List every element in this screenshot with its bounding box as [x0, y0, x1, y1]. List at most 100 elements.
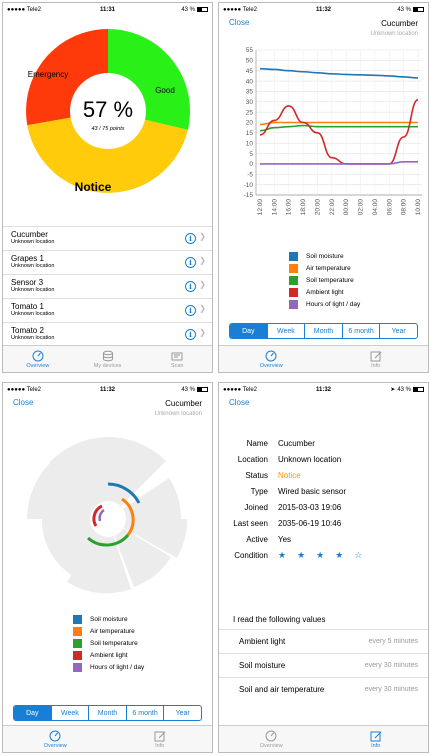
list-item[interactable]: Tomato 2 Unknown location i ❯	[3, 322, 212, 346]
legend-label: Ambient light	[90, 651, 128, 659]
close-button[interactable]: Close	[229, 18, 249, 27]
tab-overview[interactable]: Overview	[3, 346, 73, 372]
tab-info[interactable]: Info	[324, 346, 429, 372]
list-item[interactable]: Cucumber Unknown location i ❯	[3, 226, 212, 250]
detail-key: Type	[250, 486, 268, 496]
chevron-right-icon: ❯	[199, 328, 206, 337]
close-button[interactable]: Close	[229, 398, 249, 407]
legend-item: Soil moisture	[289, 250, 360, 262]
tab-label: Overview	[259, 362, 283, 369]
overview-screen: ●●●●● Tele2 11:31 43 % Emergency Good No…	[2, 2, 213, 373]
tab-label: Overview	[259, 742, 283, 749]
legend-swatch	[73, 638, 82, 648]
range-year[interactable]: Year	[163, 706, 201, 720]
legend-label: Hours of light / day	[306, 300, 361, 308]
legend-label: Soil temperature	[306, 276, 354, 284]
legend-swatch	[289, 275, 298, 285]
detail-row: Active Yes	[219, 531, 428, 547]
tab-overview[interactable]: Overview	[219, 346, 324, 372]
series-line-soil-temperature	[259, 124, 418, 132]
legend-label: Soil temperature	[90, 639, 138, 647]
score-donut: Emergency Good Notice 57 % 43 / 75 point…	[26, 29, 191, 194]
reading-row: Soil and air temperature every 30 minutes	[219, 677, 428, 701]
y-tick-label: 0	[249, 161, 253, 168]
reading-interval: every 30 minutes	[364, 662, 418, 669]
legend-label: Soil moisture	[306, 252, 344, 260]
device-list: Cucumber Unknown location i ❯ Grapes 1 Unkno…	[3, 226, 212, 346]
range-month[interactable]: Month	[88, 706, 126, 720]
device-location: Unknown location	[370, 31, 418, 37]
list-item[interactable]: Sensor 3 Unknown location i ❯	[3, 274, 212, 298]
tab-bar: Overview Info	[219, 345, 428, 372]
device-location: Unknown location	[11, 335, 55, 341]
detail-key: Last seen	[233, 518, 268, 528]
chevron-right-icon: ❯	[199, 304, 206, 313]
range-day[interactable]: Day	[14, 706, 51, 720]
tab-label: My devices	[93, 362, 122, 369]
device-location: Unknown location	[11, 311, 55, 317]
status-bar: ●●●●● Tele2 11:32 ➤ 43 %	[219, 383, 428, 396]
detail-value: Wired basic sensor	[278, 486, 347, 496]
radial-chart-screen: ●●●●● Tele2 11:32 43 % Close Cucumber Unk…	[2, 382, 213, 753]
range-year[interactable]: Year	[379, 324, 417, 338]
y-tick-label: 35	[246, 89, 254, 96]
chevron-right-icon: ❯	[199, 280, 206, 289]
range-6-month[interactable]: 6 month	[125, 706, 164, 720]
legend-swatch	[289, 287, 298, 297]
legend-label: Air temperature	[306, 264, 351, 272]
status-bar: ●●●●● Tele2 11:32 43 %	[219, 3, 428, 16]
tab-label: Scan	[170, 362, 184, 369]
series-line-ambient-light	[259, 98, 419, 165]
range-day[interactable]: Day	[230, 324, 267, 338]
x-tick-label: 02:00	[358, 199, 365, 216]
device-location: Unknown location	[154, 411, 202, 417]
info-icon[interactable]: i	[185, 233, 196, 244]
good-label: Good	[155, 86, 175, 95]
condition-row: Condition ★ ★ ★ ★ ☆	[219, 547, 428, 563]
tab-info[interactable]: Info	[324, 726, 429, 752]
star-filled-icon: ★	[316, 549, 325, 560]
legend-item: Soil moisture	[73, 613, 144, 625]
tab-scan[interactable]: Scan	[142, 346, 212, 372]
range-month[interactable]: Month	[304, 324, 342, 338]
x-tick-label: 20:00	[314, 199, 321, 216]
tab-overview[interactable]: Overview	[219, 726, 324, 752]
info-icon[interactable]: i	[185, 257, 196, 268]
tab-bar: Overview Info	[3, 725, 212, 752]
device-location: Unknown location	[11, 263, 55, 269]
x-tick-label: 18:00	[300, 199, 307, 216]
info-icon[interactable]: i	[185, 329, 196, 340]
range-week[interactable]: Week	[266, 324, 305, 338]
chart-legend: Soil moisture Air temperature Soil tempe…	[289, 250, 360, 310]
device-name: Tomato 1	[11, 302, 44, 311]
x-tick-label: 08:00	[401, 199, 408, 216]
legend-item: Hours of light / day	[73, 661, 144, 673]
tab-my-devices[interactable]: My devices	[73, 346, 143, 372]
close-button[interactable]: Close	[13, 398, 33, 407]
y-tick-label: -5	[247, 171, 253, 178]
list-item[interactable]: Tomato 1 Unknown location i ❯	[3, 298, 212, 322]
y-tick-label: 5	[249, 151, 253, 158]
reading-name: Soil and air temperature	[239, 685, 325, 694]
device-location: Unknown location	[11, 287, 55, 293]
detail-row: Last seen 2035-06-19 10:46	[219, 515, 428, 531]
range-6-month[interactable]: 6 month	[341, 324, 380, 338]
battery-icon	[413, 7, 424, 12]
legend-swatch	[289, 299, 298, 309]
readings-title: I read the following values	[233, 615, 326, 624]
range-week[interactable]: Week	[50, 706, 89, 720]
info-icon[interactable]: i	[185, 281, 196, 292]
legend-label: Air temperature	[90, 627, 135, 635]
scan-icon	[171, 352, 183, 360]
info-icon[interactable]: i	[185, 305, 196, 316]
tab-overview[interactable]: Overview	[3, 726, 108, 752]
y-tick-label: 45	[246, 68, 254, 75]
list-item[interactable]: Grapes 1 Unknown location i ❯	[3, 250, 212, 274]
detail-value: Cucumber	[278, 438, 315, 448]
y-tick-label: 10	[246, 140, 254, 147]
y-tick-label: 40	[246, 78, 254, 85]
tab-info[interactable]: Info	[108, 726, 213, 752]
status-value: Notice	[278, 470, 301, 480]
device-title: Cucumber Unknown location	[371, 18, 418, 40]
detail-key: Active	[246, 534, 268, 544]
